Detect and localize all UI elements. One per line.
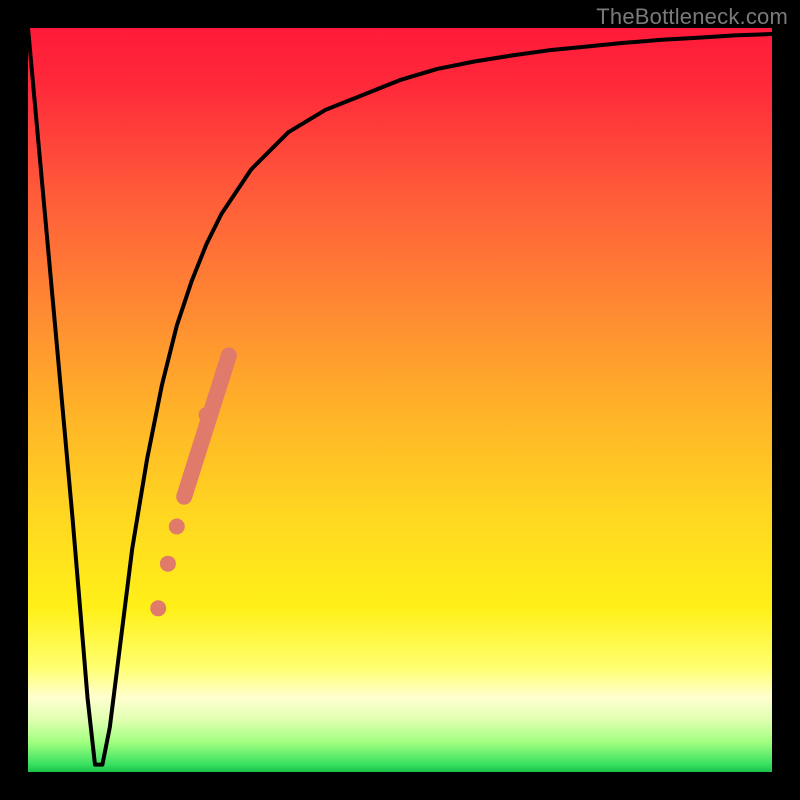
marker-dot [169, 519, 185, 535]
marker-thick-segment [184, 355, 229, 496]
bottleneck-curve [28, 28, 772, 765]
watermark-text: TheBottleneck.com [596, 4, 788, 30]
chart-plot-area [28, 28, 772, 772]
marker-dot [150, 600, 166, 616]
chart-svg [28, 28, 772, 772]
chart-frame: TheBottleneck.com [0, 0, 800, 800]
marker-dot [160, 556, 176, 572]
